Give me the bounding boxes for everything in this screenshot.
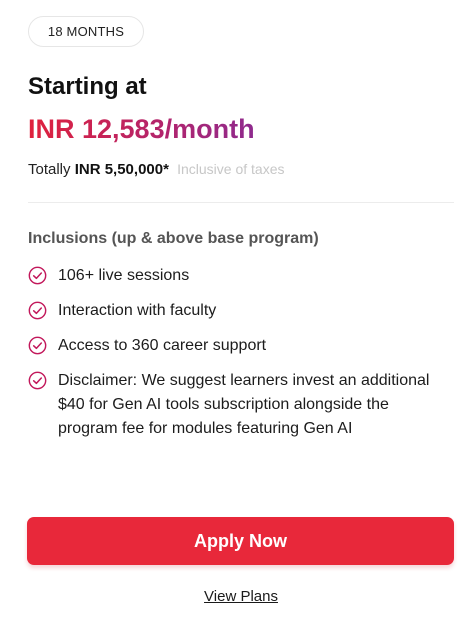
duration-badge: 18 MONTHS	[28, 16, 144, 47]
divider	[28, 202, 454, 203]
check-circle-icon	[28, 371, 47, 390]
inclusion-text: 106+ live sessions	[58, 267, 190, 284]
inclusion-text: Disclaimer: We suggest learners invest a…	[58, 372, 430, 437]
tax-note: Inclusive of taxes	[177, 161, 285, 177]
inclusion-text: Interaction with faculty	[58, 302, 217, 319]
check-circle-icon	[28, 336, 47, 355]
view-plans-link[interactable]: View Plans	[0, 588, 474, 605]
total-price-row: Totally INR 5,50,000* Inclusive of taxes	[28, 161, 285, 178]
duration-label: 18 MONTHS	[47, 24, 125, 39]
monthly-price: INR 12,583/month	[28, 114, 255, 144]
check-circle-icon	[28, 266, 47, 285]
list-item: 106+ live sessions	[28, 264, 438, 288]
starting-at-label: Starting at	[28, 73, 147, 100]
plan-card: 18 MONTHS Starting at INR 12,583/month T…	[0, 0, 474, 623]
list-item: Disclaimer: We suggest learners invest a…	[28, 369, 438, 441]
inclusion-text: Access to 360 career support	[58, 337, 267, 354]
total-amount: INR 5,50,000*	[74, 161, 169, 178]
list-item: Access to 360 career support	[28, 334, 438, 358]
inclusions-title: Inclusions (up & above base program)	[28, 230, 319, 247]
check-circle-icon	[28, 301, 47, 320]
list-item: Interaction with faculty	[28, 299, 438, 323]
apply-now-button[interactable]: Apply Now	[27, 517, 454, 565]
inclusions-list: 106+ live sessions Interaction with facu…	[28, 264, 438, 452]
total-prefix: Totally	[28, 161, 71, 178]
